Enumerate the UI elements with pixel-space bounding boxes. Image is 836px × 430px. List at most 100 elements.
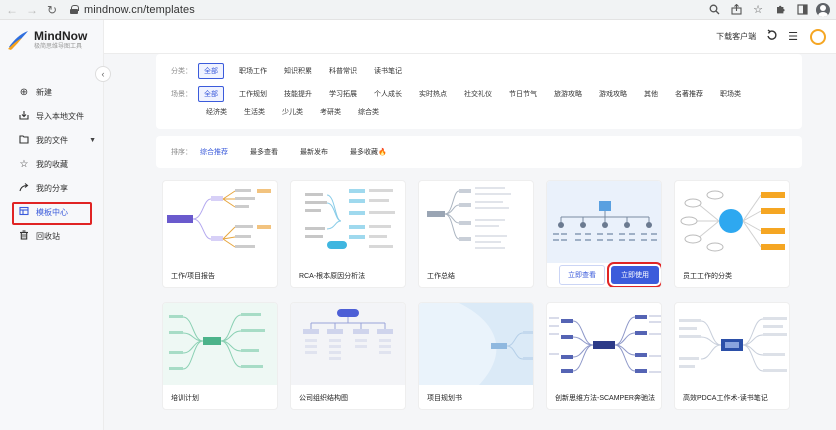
lock-icon [70, 5, 79, 14]
browser-toolbar: ← → ↻ mindnow.cn/templates ☆ [0, 0, 836, 20]
scene-chip[interactable]: 经济类 [204, 105, 229, 119]
sidebar-item-shared[interactable]: 我的分享 [0, 176, 104, 200]
template-thumbnail [419, 303, 533, 385]
sort-option[interactable]: 综合推荐 [198, 145, 230, 159]
download-client-link[interactable]: 下载客户端 [716, 31, 756, 42]
sidebar-item-favorites[interactable]: ☆ 我的收藏 [0, 152, 104, 176]
category-chip[interactable]: 科普常识 [327, 64, 359, 78]
category-chip[interactable]: 全部 [198, 63, 224, 79]
template-center: 分类： 全部 职场工作 知识积累 科普常识 读书笔记 场景： 全部 工作规划 技… [104, 54, 836, 430]
scene-chip[interactable]: 全部 [198, 86, 224, 102]
template-card[interactable]: 创新思维方法-SCAMPER奔驰法 [546, 302, 662, 410]
sort-option[interactable]: 最新发布 [298, 145, 330, 159]
category-label: 分类： [171, 68, 192, 75]
mindnow-logo-icon [6, 28, 30, 52]
sort-label: 排序： [171, 149, 192, 156]
template-card[interactable]: 项目规划书 [418, 302, 534, 410]
scene-chip[interactable]: 综合类 [356, 105, 381, 119]
template-name: 项目规划书 [427, 395, 462, 402]
refresh-icon[interactable] [766, 29, 778, 44]
profile-avatar[interactable] [816, 2, 830, 17]
sidebar-item-trash[interactable]: 回收站 [0, 224, 104, 248]
use-template-button[interactable]: 立即使用 [607, 262, 661, 287]
template-card-actions: 立即查看 立即使用 [551, 262, 661, 287]
sidebar-item-label: 我的收藏 [36, 159, 68, 169]
sort-option[interactable]: 最多查看 [248, 145, 280, 159]
template-name: 工作总结 [427, 273, 455, 280]
scene-chip[interactable]: 考研类 [318, 105, 343, 119]
template-card[interactable]: 工作/项目报告 [162, 180, 278, 288]
top-header: 下载客户端 ☰ [104, 20, 836, 54]
template-card[interactable]: 员工工作的分类 [674, 180, 790, 288]
template-card[interactable]: 公司组织结构图 [290, 302, 406, 410]
sort-panel: 排序： 综合推荐 最多查看 最新发布 最多收藏🔥 [156, 136, 802, 168]
scene-chip[interactable]: 技能提升 [282, 87, 314, 101]
menu-icon[interactable]: ☰ [788, 30, 798, 43]
scene-chip[interactable]: 实时热点 [417, 87, 449, 101]
category-chip[interactable]: 知识积累 [282, 64, 314, 78]
url-text[interactable]: mindnow.cn/templates [84, 4, 195, 16]
sidebar-item-my-files[interactable]: 我的文件 ▼ [0, 128, 104, 152]
brand-name: MindNow [34, 28, 88, 43]
share-page-icon[interactable] [728, 2, 744, 18]
sidebar-item-label: 我的文件 [36, 135, 68, 145]
template-card[interactable]: 高效PDCA工作术-读书笔记 [674, 302, 790, 410]
sidebar-item-label: 新建 [36, 87, 52, 97]
template-thumbnail [547, 181, 661, 263]
forward-icon[interactable]: → [24, 2, 40, 18]
category-chip[interactable]: 职场工作 [237, 64, 269, 78]
caret-down-icon[interactable]: ▼ [89, 137, 96, 144]
scene-chip[interactable]: 个人成长 [372, 87, 404, 101]
address-bar[interactable]: mindnow.cn/templates [70, 2, 195, 18]
collapse-sidebar-icon[interactable]: ‹ [95, 66, 111, 82]
sidebar-item-label: 我的分享 [36, 183, 68, 193]
sidebar-item-new[interactable]: ⊕ 新建 [0, 80, 104, 104]
scene-chip[interactable]: 名著推荐 [673, 87, 705, 101]
scene-chip[interactable]: 社交礼仪 [462, 87, 494, 101]
scene-filter: 场景： 全部 工作规划 技能提升 学习拓展 个人成长 实时热点 社交礼仪 节日节… [171, 86, 801, 102]
scene-chip[interactable]: 少儿类 [280, 105, 305, 119]
scene-chip[interactable]: 旅游攻略 [552, 87, 584, 101]
filter-panel: 分类： 全部 职场工作 知识积累 科普常识 读书笔记 场景： 全部 工作规划 技… [156, 54, 802, 129]
sidebar-item-label: 导入本地文件 [36, 111, 84, 121]
template-name: 高效PDCA工作术-读书笔记 [683, 395, 768, 402]
scene-chip[interactable]: 学习拓展 [327, 87, 359, 101]
sort-option-label: 最多收藏 [350, 149, 378, 156]
back-icon[interactable]: ← [4, 2, 20, 18]
template-thumbnail [291, 303, 405, 385]
plus-circle-icon: ⊕ [19, 86, 29, 98]
preview-button[interactable]: 立即查看 [559, 265, 605, 285]
sidebar-item-import[interactable]: 导入本地文件 [0, 104, 104, 128]
sidebar-item-label: 模板中心 [36, 207, 68, 217]
scene-chip[interactable]: 游戏攻略 [597, 87, 629, 101]
scene-chip[interactable]: 生活类 [242, 105, 267, 119]
share-icon [18, 182, 30, 195]
template-name: 工作/项目报告 [171, 273, 215, 280]
scene-chip[interactable]: 职场类 [718, 87, 743, 101]
scene-filter-row-2: 经济类 生活类 少儿类 考研类 综合类 [204, 105, 394, 119]
template-name: 员工工作的分类 [683, 273, 732, 280]
scene-chip[interactable]: 其他 [642, 87, 660, 101]
category-chip[interactable]: 读书笔记 [372, 64, 404, 78]
import-icon [18, 110, 30, 123]
trash-icon [18, 229, 30, 243]
template-card[interactable]: RCA-根本原因分析法 [290, 180, 406, 288]
template-card[interactable]: 工作总结 [418, 180, 534, 288]
extensions-icon[interactable] [772, 2, 788, 18]
reload-icon[interactable]: ↻ [44, 2, 60, 18]
bookmark-star-icon[interactable]: ☆ [750, 2, 766, 18]
scene-chip[interactable]: 工作规划 [237, 87, 269, 101]
template-card[interactable]: 培训计划 [162, 302, 278, 410]
sidepanel-icon[interactable] [794, 2, 810, 18]
scene-chip[interactable]: 节日节气 [507, 87, 539, 101]
user-avatar[interactable] [810, 28, 826, 45]
zoom-icon[interactable] [706, 2, 722, 18]
sidebar-item-templates[interactable]: 模板中心 [0, 200, 104, 225]
sort-option-most-favorited[interactable]: 最多收藏🔥 [348, 145, 389, 159]
fire-icon: 🔥 [378, 149, 387, 156]
logo[interactable]: MindNow 极简思维导图工具 [6, 28, 87, 52]
template-name: 公司组织结构图 [299, 395, 348, 402]
category-filter: 分类： 全部 职场工作 知识积累 科普常识 读书笔记 [171, 63, 417, 79]
template-card-hovered[interactable]: 立即查看 立即使用 [546, 180, 662, 288]
template-thumbnail [419, 181, 533, 263]
